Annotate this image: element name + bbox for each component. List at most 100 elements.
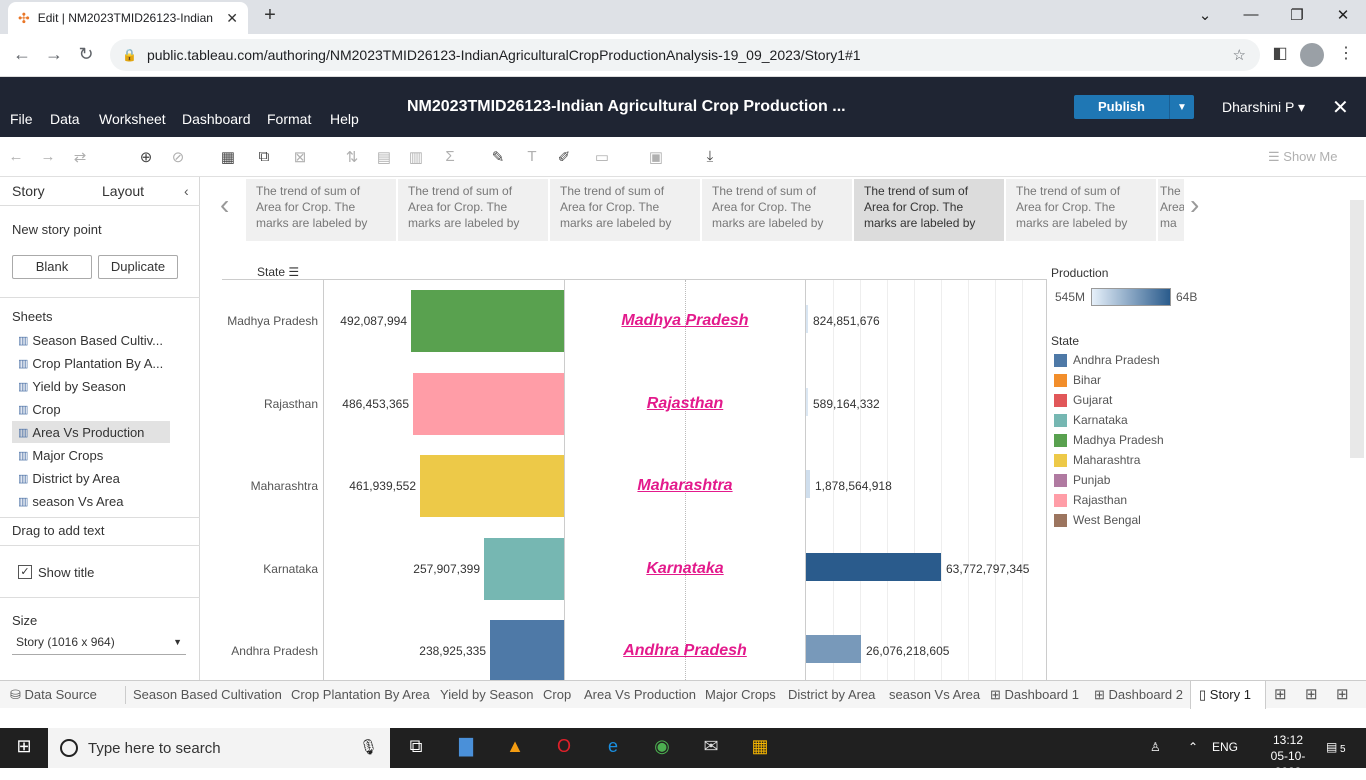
restore-icon[interactable]: ❐	[1282, 6, 1312, 24]
state-name-link[interactable]: Andhra Pradesh	[565, 642, 805, 660]
tab-crop-plantation-by-area[interactable]: Crop Plantation By Area	[291, 687, 430, 702]
story-point[interactable]: The Area ma	[1158, 179, 1184, 241]
tab-data-source[interactable]: ⛁ Data Source	[10, 687, 97, 703]
new-worksheet-tab-icon[interactable]: ⊞	[1274, 685, 1287, 703]
sort-desc-icon[interactable]: ▥	[404, 148, 428, 166]
show-cards-icon[interactable]: ▣	[644, 148, 668, 166]
tab-district-by-area[interactable]: District by Area	[788, 687, 875, 702]
area-bar[interactable]	[420, 455, 564, 517]
pause-updates-icon[interactable]: ⊘	[166, 148, 190, 166]
tab-dashboard-2[interactable]: ⊞ Dashboard 2	[1094, 687, 1183, 703]
new-worksheet-icon[interactable]: ▦	[216, 148, 240, 166]
tab-layout[interactable]: Layout	[102, 183, 144, 199]
area-bar[interactable]	[413, 373, 564, 435]
bookmark-star-icon[interactable]: ☆	[1233, 46, 1246, 64]
opera-icon[interactable]: O	[550, 736, 578, 757]
story-point[interactable]: The trend of sum of Area for Crop. The m…	[702, 179, 852, 241]
story-point[interactable]: The trend of sum of Area for Crop. The m…	[246, 179, 396, 241]
state-name-link[interactable]: Maharashtra	[565, 477, 805, 495]
chrome-icon[interactable]: ◉	[648, 736, 676, 757]
menu-format[interactable]: Format	[267, 111, 311, 127]
minimize-icon[interactable]: —	[1236, 6, 1266, 23]
clock[interactable]: 13:12 05-10-2023	[1264, 732, 1312, 780]
format-icon[interactable]: ✐	[552, 148, 576, 166]
highlight-icon[interactable]: ✎	[486, 148, 510, 166]
tab-dashboard-1[interactable]: ⊞ Dashboard 1	[990, 687, 1079, 703]
state-legend-item[interactable]: Bihar	[1054, 372, 1101, 388]
drag-text-item[interactable]: Drag to add text	[12, 523, 105, 538]
replay-icon[interactable]: ⇄	[68, 148, 92, 166]
state-column-header[interactable]: State ☰	[257, 265, 299, 279]
next-story-point-icon[interactable]: ›	[1190, 189, 1199, 221]
store-icon[interactable]: ▦	[746, 736, 774, 757]
swap-icon[interactable]: ⇅	[340, 148, 364, 166]
totals-icon[interactable]: Σ	[438, 148, 462, 165]
tab-major-crops[interactable]: Major Crops	[705, 687, 776, 702]
duplicate-sheet-icon[interactable]: ⧉	[252, 148, 276, 165]
new-story-tab-icon[interactable]: ⊞	[1336, 685, 1349, 703]
story-point[interactable]: The trend of sum of Area for Crop. The m…	[550, 179, 700, 241]
sheet-item[interactable]: ▥ Major Crops	[12, 444, 170, 466]
tab-story-1[interactable]: ▯ Story 1	[1199, 687, 1251, 703]
sheet-item[interactable]: ▥ Yield by Season	[12, 375, 170, 397]
browser-tab[interactable]: ✣ Edit | NM2023TMID26123-Indian ✕	[8, 2, 248, 34]
close-window-icon[interactable]: ✕	[1328, 6, 1358, 24]
undo-icon[interactable]: ←	[4, 148, 28, 165]
windows-start-icon[interactable]: ⊞	[10, 736, 38, 757]
production-bar[interactable]	[806, 305, 808, 333]
new-dashboard-tab-icon[interactable]: ⊞	[1305, 685, 1318, 703]
vlc-icon[interactable]: ▲	[501, 736, 529, 757]
menu-worksheet[interactable]: Worksheet	[99, 111, 166, 127]
show-me-button[interactable]: ☰ Show Me	[1268, 149, 1337, 165]
tab-crop[interactable]: Crop	[543, 687, 571, 702]
show-title-checkbox[interactable]: ✓	[18, 565, 32, 579]
user-menu[interactable]: Dharshini P ▾	[1222, 99, 1305, 116]
state-name-link[interactable]: Rajasthan	[565, 395, 805, 413]
state-name-link[interactable]: Karnataka	[565, 560, 805, 578]
menu-file[interactable]: File	[10, 111, 33, 127]
publish-dropdown-icon[interactable]: ▼	[1170, 102, 1194, 113]
tab-season-vs-area[interactable]: season Vs Area	[889, 687, 980, 702]
publish-button[interactable]: Publish ▼	[1074, 95, 1194, 119]
area-bar[interactable]	[411, 290, 564, 352]
notifications-icon[interactable]: ▤	[1326, 740, 1337, 754]
production-bar[interactable]	[806, 470, 810, 498]
tab-story[interactable]: Story	[12, 183, 45, 199]
state-legend-item[interactable]: Madhya Pradesh	[1054, 432, 1164, 448]
browser-menu-icon[interactable]: ⋮	[1334, 43, 1358, 63]
sidebar-icon[interactable]: ◧	[1268, 43, 1292, 63]
state-legend-item[interactable]: Gujarat	[1054, 392, 1112, 408]
menu-data[interactable]: Data	[50, 111, 80, 127]
forward-icon[interactable]: →	[42, 44, 66, 65]
duplicate-button[interactable]: Duplicate	[98, 255, 178, 279]
people-icon[interactable]: ♙	[1150, 740, 1161, 754]
area-bar[interactable]	[490, 620, 564, 682]
production-bar[interactable]	[806, 553, 941, 581]
menu-dashboard[interactable]: Dashboard	[182, 111, 251, 127]
collapse-panel-icon[interactable]: ‹	[184, 183, 189, 199]
sheet-item[interactable]: ▥ season Vs Area	[12, 490, 170, 512]
state-legend-item[interactable]: Andhra Pradesh	[1054, 352, 1160, 368]
story-point[interactable]: The trend of sum of Area for Crop. The m…	[398, 179, 548, 241]
edge-icon[interactable]: e	[599, 736, 627, 757]
labels-icon[interactable]: T	[520, 148, 544, 165]
sheet-item[interactable]: ▥ Crop	[12, 398, 170, 420]
sheet-item[interactable]: ▥ Season Based Cultiv...	[12, 329, 170, 351]
production-bar[interactable]	[806, 635, 861, 663]
file-explorer-icon[interactable]: ▇	[452, 736, 480, 757]
size-dropdown[interactable]: Story (1016 x 964) ▼	[12, 635, 186, 655]
clear-sheet-icon[interactable]: ⊠	[288, 148, 312, 166]
production-bar[interactable]	[806, 388, 808, 416]
prev-story-point-icon[interactable]: ‹	[220, 189, 229, 221]
state-legend-item[interactable]: Karnataka	[1054, 412, 1128, 428]
fit-icon[interactable]: ▭	[590, 148, 614, 166]
state-legend-item[interactable]: Punjab	[1054, 472, 1110, 488]
taskbar-search[interactable]: Type here to search 🎙	[48, 728, 390, 768]
state-legend-item[interactable]: Rajasthan	[1054, 492, 1127, 508]
language-indicator[interactable]: ENG	[1212, 740, 1238, 754]
sheet-item[interactable]: ▥ District by Area	[12, 467, 170, 489]
area-bar[interactable]	[484, 538, 564, 600]
menu-help[interactable]: Help	[330, 111, 359, 127]
close-tab-icon[interactable]: ✕	[226, 10, 238, 27]
tab-yield-by-season[interactable]: Yield by Season	[440, 687, 533, 702]
